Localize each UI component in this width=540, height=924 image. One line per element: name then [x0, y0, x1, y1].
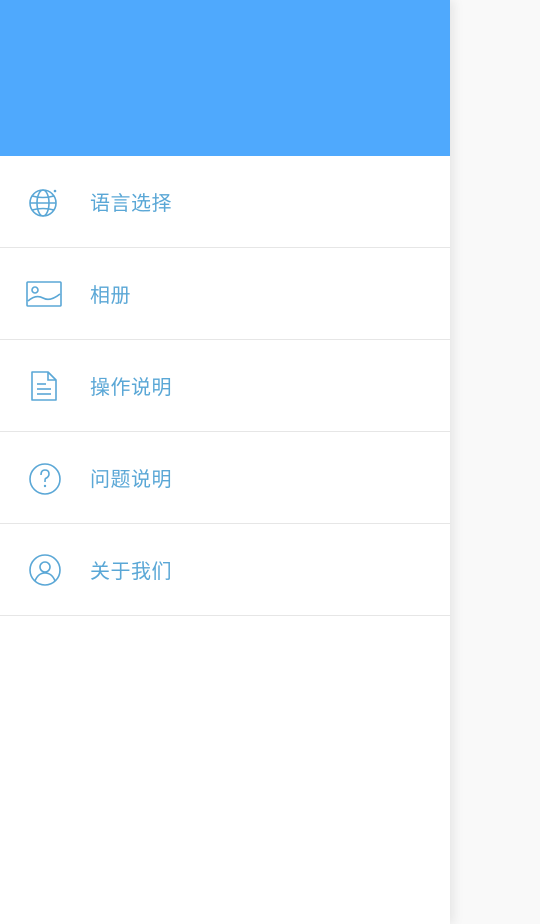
drawer-backdrop[interactable] — [450, 0, 540, 924]
navigation-drawer: 语言选择 相册 操作说明 问题说明 关于我们 — [0, 0, 450, 924]
image-icon — [26, 276, 62, 312]
drawer-header — [0, 0, 450, 156]
menu-item-faq[interactable]: 问题说明 — [0, 432, 450, 524]
menu-item-label: 语言选择 — [90, 191, 172, 215]
menu-item-instructions[interactable]: 操作说明 — [0, 340, 450, 432]
document-icon — [26, 368, 62, 404]
menu-item-label: 操作说明 — [90, 375, 172, 399]
menu-item-language[interactable]: 语言选择 — [0, 156, 450, 248]
menu-item-label: 关于我们 — [90, 559, 172, 583]
globe-icon — [26, 184, 62, 220]
app-screen: 语言选择 相册 操作说明 问题说明 关于我们 — [0, 0, 540, 924]
user-icon — [26, 552, 62, 588]
menu-item-label: 问题说明 — [90, 467, 172, 491]
menu-item-label: 相册 — [90, 283, 131, 307]
question-icon — [26, 460, 62, 496]
menu-item-album[interactable]: 相册 — [0, 248, 450, 340]
drawer-menu: 语言选择 相册 操作说明 问题说明 关于我们 — [0, 156, 450, 616]
menu-item-about[interactable]: 关于我们 — [0, 524, 450, 616]
